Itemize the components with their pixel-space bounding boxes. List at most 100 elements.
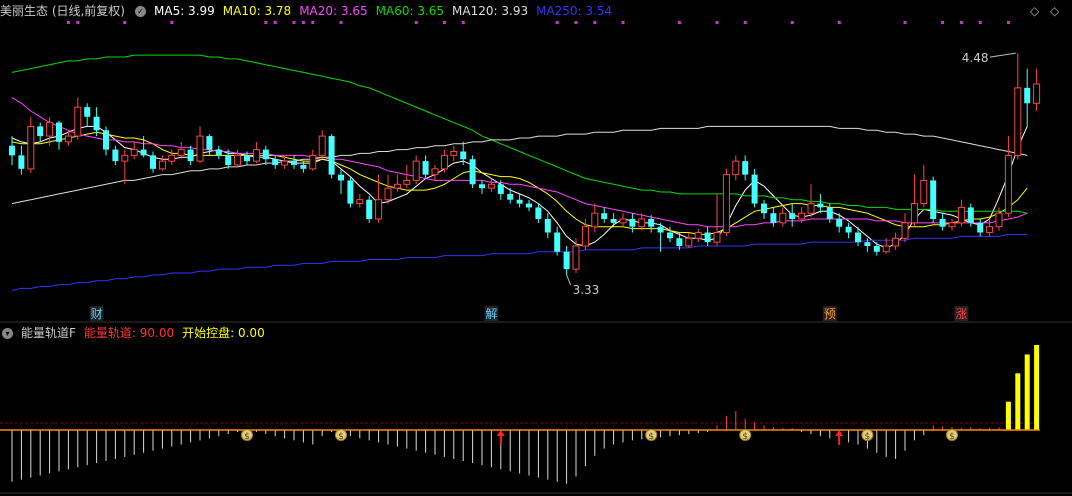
candle-body [300, 165, 307, 169]
event-marker: 财 [91, 307, 103, 321]
candle-body [168, 154, 176, 162]
candle-body [393, 183, 401, 189]
candle-body [610, 219, 617, 223]
signal-dot [574, 21, 578, 24]
candle-body [487, 183, 495, 189]
candle-body [272, 159, 279, 165]
candle-body [751, 174, 758, 204]
signal-dot [301, 21, 305, 24]
candle-body [318, 135, 326, 156]
candle-body [855, 232, 861, 243]
candle-body [18, 155, 25, 169]
low-pointer [566, 274, 572, 286]
candle-body [638, 218, 646, 228]
candle-body [46, 122, 54, 137]
event-marker: 解 [485, 307, 497, 321]
candle-body [910, 203, 918, 224]
candle-body [1004, 154, 1012, 214]
event-marker: 涨 [955, 306, 967, 321]
candle-body [694, 232, 702, 239]
candle-body [601, 213, 608, 219]
candle-body [497, 184, 504, 194]
candle-body [977, 222, 984, 233]
candle-body [262, 149, 269, 160]
signal-dot [76, 21, 80, 24]
candle-body [1033, 83, 1041, 104]
candle-body [84, 107, 91, 117]
candle-body [526, 203, 532, 208]
signal-dot [339, 21, 343, 24]
candle-body [516, 199, 523, 204]
candle-body [412, 160, 420, 181]
candle-body [150, 155, 156, 169]
coin-symbol: $ [742, 432, 748, 442]
candle-body [422, 161, 429, 175]
candle-body [939, 219, 946, 227]
candle-body [338, 174, 344, 181]
candle-body [93, 116, 100, 131]
candle-body [770, 213, 777, 223]
candle-body [460, 151, 467, 160]
candle-body [882, 245, 890, 253]
candle-body [112, 149, 119, 162]
candle-body [685, 237, 693, 247]
signal-dot [123, 21, 127, 24]
coin-symbol: $ [338, 432, 344, 442]
candle-body [845, 226, 852, 233]
low-price-label: 3.33 [573, 283, 600, 297]
candle-body [648, 219, 655, 227]
candle-body [920, 179, 928, 205]
signal-dot [959, 21, 963, 24]
candle-body [309, 154, 317, 170]
candle-body [892, 237, 900, 247]
candle-body [187, 149, 194, 162]
signal-dot [743, 21, 747, 24]
signal-dot [941, 21, 945, 24]
indicator-bar [1034, 345, 1040, 430]
signal-dot [292, 21, 296, 24]
candle-body [450, 151, 458, 156]
signal-dot [170, 21, 174, 24]
signal-dot [790, 21, 794, 24]
ma-line-ma10 [11, 131, 1028, 235]
candle-body [74, 106, 82, 137]
candle-body [986, 226, 994, 233]
signal-dot [621, 21, 625, 24]
coin-symbol: $ [865, 432, 871, 442]
candle-body [431, 168, 439, 176]
candle-body [244, 155, 250, 162]
signal-dot [978, 21, 982, 24]
candle-body [140, 149, 147, 156]
candle-body [1024, 87, 1031, 104]
candle-body [1014, 87, 1022, 156]
candle-body [836, 219, 843, 227]
candle-body [479, 184, 485, 189]
candle-body [234, 154, 242, 166]
candle-body [9, 145, 15, 156]
candle-body [967, 207, 974, 223]
signal-dot [311, 21, 315, 24]
candle-body [995, 212, 1003, 228]
candle-body [37, 126, 44, 137]
candle-body [704, 232, 711, 243]
candle-body [864, 242, 871, 246]
signal-dot [1006, 21, 1010, 24]
candle-body [779, 212, 787, 224]
candle-body [252, 149, 260, 162]
candle-body [347, 180, 354, 204]
coin-symbol: $ [244, 432, 250, 442]
event-marker: 预 [824, 307, 836, 321]
signal-dot [715, 21, 719, 24]
candle-body [56, 122, 62, 142]
candle-body [403, 179, 411, 185]
candle-body [826, 207, 833, 219]
signal-dot [677, 21, 681, 24]
candle-body [581, 226, 589, 247]
candle-body [930, 180, 937, 219]
coin-symbol: $ [949, 432, 955, 442]
signal-dot [903, 21, 907, 24]
candle-body [356, 199, 364, 205]
signal-dot [593, 21, 597, 24]
indicator-bar [1015, 373, 1021, 430]
candle-body [807, 203, 815, 214]
